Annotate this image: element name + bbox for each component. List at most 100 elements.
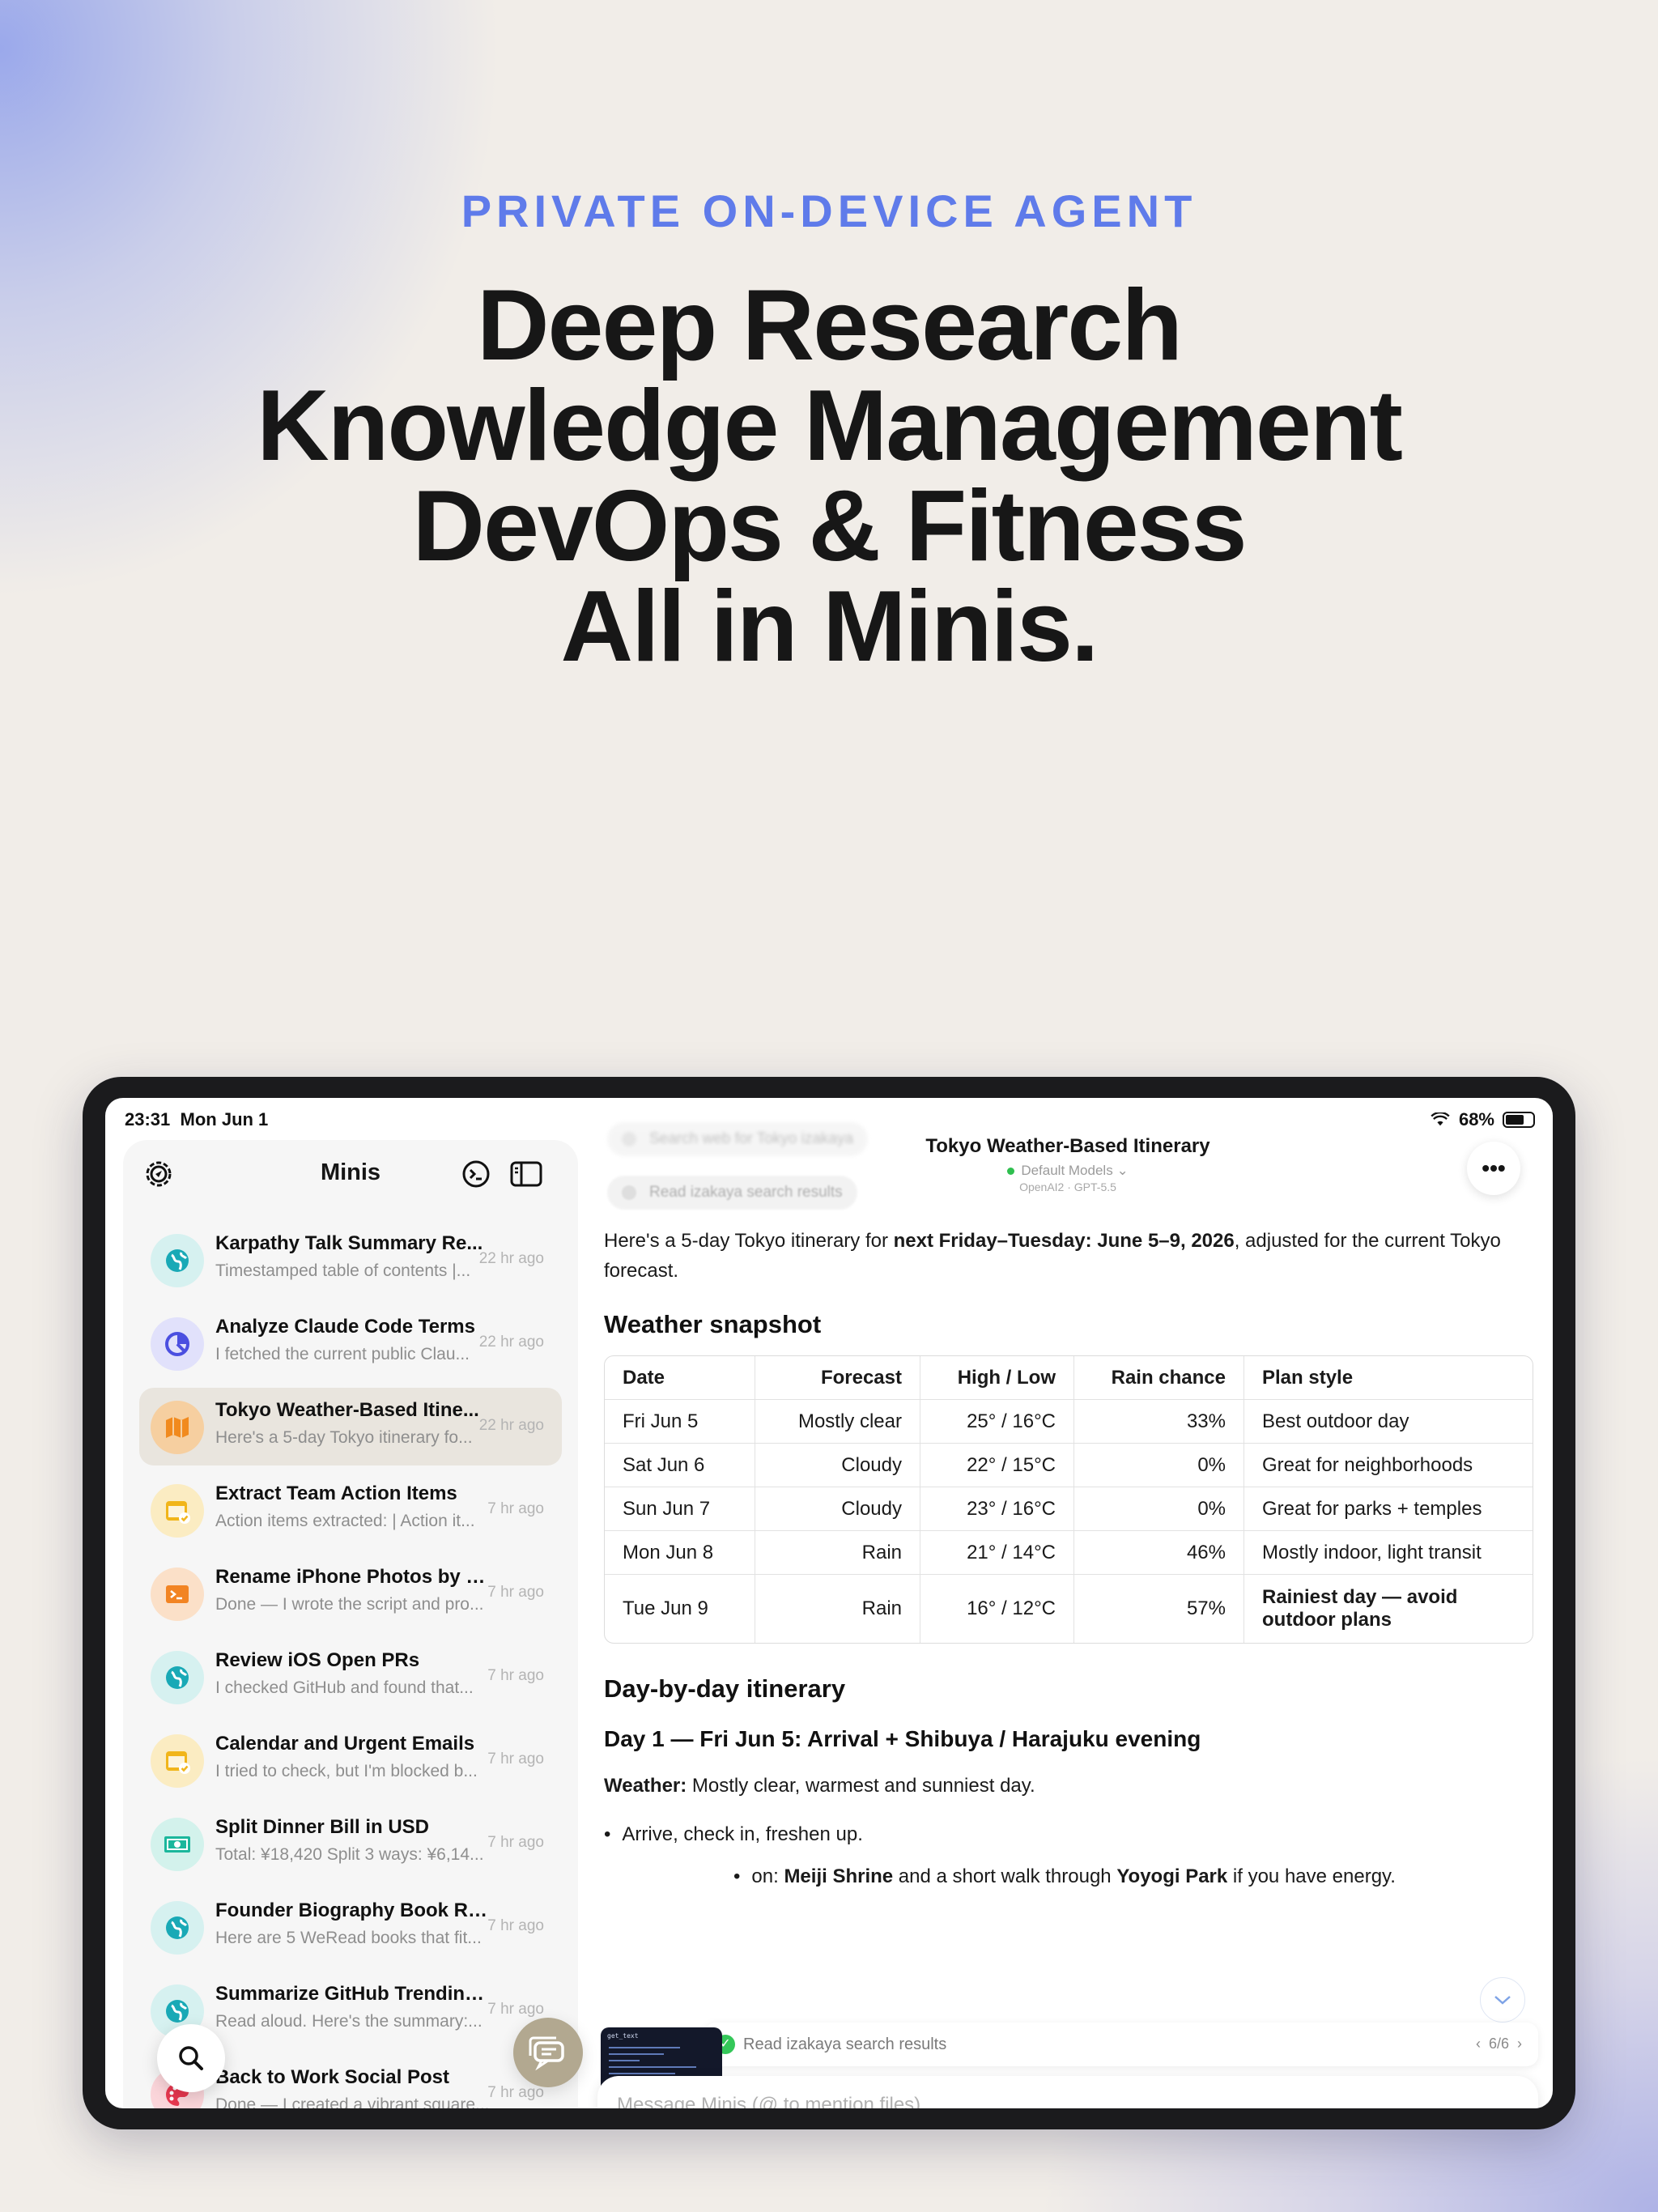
chat-timestamp: 22 hr ago (478, 1417, 544, 1434)
message-input[interactable]: Message Minis (@ to mention files) (617, 2094, 920, 2108)
chat-timestamp: 7 hr ago (487, 1584, 544, 1601)
column-header: Plan style (1244, 1356, 1533, 1400)
chat-title: Calendar and Urgent Emails (215, 1733, 475, 1755)
ipad-screen: 23:31 Mon Jun 1 68% Minis Karpathy Talk … (105, 1098, 1553, 2108)
place-name: Yoyogi Park (1116, 1865, 1228, 1887)
search-button[interactable] (157, 2024, 225, 2092)
bullet-text: if you have energy. (1227, 1865, 1396, 1887)
chat-list-item[interactable]: Karpathy Talk Summary Re... Timestamped … (139, 1221, 562, 1299)
terminal-button[interactable] (457, 1155, 495, 1193)
weather-heading: Weather snapshot (604, 1310, 822, 1338)
chat-title: Founder Biography Book Re... (215, 1899, 491, 1921)
table-cell: 23° / 16°C (920, 1487, 1074, 1531)
chat-title: Tokyo Weather-Based Itine... (215, 1399, 479, 1421)
column-header: High / Low (920, 1356, 1074, 1400)
tool-status-label: Read izakaya search results (743, 2035, 947, 2053)
model-subtitle: OpenAI2 · GPT-5.5 (1019, 1180, 1116, 1193)
table-cell: 25° / 16°C (920, 1400, 1074, 1444)
chat-preview: Read aloud. Here's the summary:... (215, 2012, 483, 2031)
terminal-icon (151, 1568, 204, 1621)
table-row: Mon Jun 8 Rain 21° / 14°C 46% Mostly indoor,… (605, 1531, 1533, 1575)
bullet-text: and a short walk through (893, 1865, 1117, 1887)
chat-title: Analyze Claude Code Terms (215, 1316, 475, 1338)
chat-timestamp: 22 hr ago (478, 1250, 544, 1267)
table-cell: 0% (1074, 1444, 1244, 1487)
weather-line: Weather: Mostly clear, warmest and sunni… (604, 1775, 1035, 1797)
model-name: Default Models (1021, 1163, 1113, 1178)
chat-timestamp: 7 hr ago (487, 1500, 544, 1517)
bullet-text: on: (751, 1865, 784, 1887)
table-cell: Mostly clear (755, 1400, 920, 1444)
globe-icon (151, 1234, 204, 1287)
weather-label: Weather: (604, 1775, 687, 1797)
money-icon (151, 1818, 204, 1871)
chat-list-item[interactable]: Tokyo Weather-Based Itine... Here's a 5-… (139, 1388, 562, 1465)
chat-list-item[interactable]: Rename iPhone Photos by E... Done — I wr… (139, 1555, 562, 1632)
message-composer[interactable]: Message Minis (@ to mention files) + / (597, 2076, 1538, 2108)
pie-chart-icon (151, 1317, 204, 1371)
model-selector[interactable]: Default Models ⌄ (583, 1163, 1553, 1179)
table-cell: Rainiest day — avoid outdoor plans (1262, 1586, 1458, 1631)
table-row: Tue Jun 9 Rain 16° / 12°C 57% Rainiest day —… (605, 1575, 1533, 1643)
chat-title: Split Dinner Bill in USD (215, 1816, 430, 1838)
headline-line: All in Minis. (560, 571, 1099, 683)
table-cell: Rain (755, 1531, 920, 1575)
table-cell: 57% (1074, 1575, 1244, 1643)
column-header: Rain chance (1074, 1356, 1244, 1400)
chat-list-item[interactable]: Split Dinner Bill in USD Total: ¥18,420 … (139, 1805, 562, 1882)
chat-list-item[interactable]: Calendar and Urgent Emails I tried to ch… (139, 1721, 562, 1799)
sidebar-header: Minis (123, 1140, 578, 1208)
intro-text: Here's a 5-day Tokyo itinerary for (604, 1230, 894, 1252)
chat-list-item[interactable]: Founder Biography Book Re... Here are 5 … (139, 1888, 562, 1966)
table-cell: Great for neighborhoods (1244, 1444, 1533, 1487)
status-clock: 23:31 Mon Jun 1 (125, 1109, 268, 1130)
chevron-right-icon[interactable]: › (1517, 2035, 1522, 2052)
scroll-to-bottom-button[interactable] (1480, 1977, 1525, 2023)
table-cell: 22° / 15°C (920, 1444, 1074, 1487)
pager-count: 6/6 (1488, 2035, 1509, 2052)
chat-timestamp: 7 hr ago (487, 2001, 544, 2018)
table-cell: Fri Jun 5 (605, 1400, 755, 1444)
table-row: Sat Jun 6 Cloudy 22° / 15°C 0% Great for nei… (605, 1444, 1533, 1487)
chat-timestamp: 7 hr ago (487, 1750, 544, 1767)
chat-title: Karpathy Talk Summary Re... (215, 1232, 483, 1254)
table-cell: Cloudy (755, 1487, 920, 1531)
chat-list-item[interactable]: Review iOS Open PRs I checked GitHub and… (139, 1638, 562, 1716)
table-cell: Cloudy (755, 1444, 920, 1487)
conversation-title: Tokyo Weather-Based Itinerary (925, 1135, 1210, 1157)
column-header: Forecast (755, 1356, 920, 1400)
more-options-button[interactable]: ••• (1467, 1142, 1520, 1195)
table-cell: 0% (1074, 1487, 1244, 1531)
chat-timestamp: 7 hr ago (487, 1834, 544, 1851)
tool-pager[interactable]: ‹ 6/6 › (1476, 2035, 1522, 2052)
chat-list-item[interactable]: Analyze Claude Code Terms I fetched the … (139, 1304, 562, 1382)
tool-status-bar[interactable]: ✓ Read izakaya search results ‹ 6/6 › (704, 2023, 1538, 2066)
table-cell: Tue Jun 9 (605, 1575, 755, 1643)
chat-title: Back to Work Social Post (215, 2066, 449, 2088)
chat-title: Summarize GitHub Trending... (215, 1983, 491, 2005)
conversation-panel: Search web for Tokyo izakaya Read izakay… (583, 1098, 1553, 2108)
table-cell: 46% (1074, 1531, 1244, 1575)
chat-preview: Timestamped table of contents |... (215, 1261, 471, 1280)
chat-list-item[interactable]: Extract Team Action Items Action items e… (139, 1471, 562, 1549)
headline-line: Knowledge Management (257, 370, 1403, 482)
intro-paragraph: Here's a 5-day Tokyo itinerary for next … (604, 1226, 1527, 1286)
chat-preview: I tried to check, but I'm blocked b... (215, 1762, 478, 1780)
terminal-circle-icon (462, 1160, 490, 1188)
status-date: Mon Jun 1 (180, 1109, 269, 1129)
status-dot (1007, 1168, 1015, 1176)
chevron-down-icon: ⌄ (1116, 1163, 1129, 1178)
list-item: Arrive, check in, freshen up. (604, 1823, 862, 1846)
sidebar-toggle-icon (510, 1161, 542, 1187)
chat-preview: Total: ¥18,420 Split 3 ways: ¥6,14... (215, 1845, 484, 1864)
place-name: Meiji Shrine (784, 1865, 894, 1887)
chevron-left-icon[interactable]: ‹ (1476, 2035, 1481, 2052)
table-cell: Mon Jun 8 (605, 1531, 755, 1575)
table-cell: 33% (1074, 1400, 1244, 1444)
chat-preview: Here's a 5-day Tokyo itinerary fo... (215, 1428, 473, 1447)
chat-preview: Here are 5 WeRead books that fit... (215, 1929, 482, 1947)
new-chat-button[interactable] (513, 2018, 583, 2087)
sidebar-toggle-button[interactable] (507, 1155, 546, 1193)
chat-preview: Done — I created a vibrant square... (215, 2095, 490, 2108)
chat-preview: I fetched the current public Clau... (215, 1345, 470, 1363)
